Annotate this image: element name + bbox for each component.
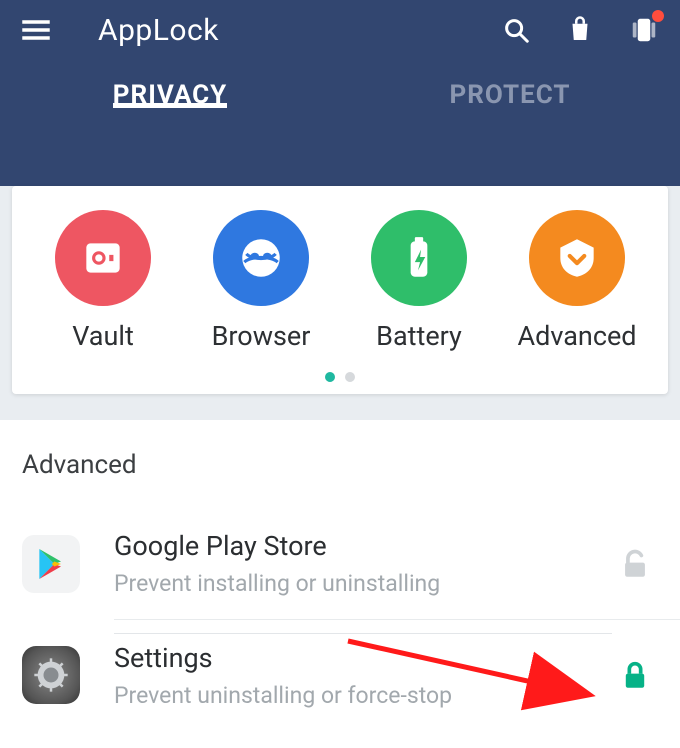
section-title-advanced: Advanced [0,450,680,508]
app-title: AppLock [98,13,219,48]
shopping-bag-icon [565,15,595,45]
lock-toggle-settings[interactable] [612,658,658,692]
quick-item-browser[interactable]: Browser [186,210,336,352]
unlock-icon [618,547,652,581]
tab-protect[interactable]: PROTECT [340,60,680,130]
app-row-settings[interactable]: Settings Prevent uninstalling or force-s… [0,619,680,731]
shop-button[interactable] [562,12,598,48]
tab-privacy-label: PRIVACY [113,80,227,110]
tab-bar: PRIVACY PROTECT [0,60,680,130]
lock-toggle-play[interactable] [612,547,658,581]
quick-item-advanced[interactable]: Advanced [502,210,652,352]
app-row-play-sub: Prevent installing or uninstalling [114,570,612,597]
battery-icon [371,210,467,306]
page-dot-2[interactable] [345,372,355,382]
app-header: AppLock PRIVACY PROTECT [0,0,680,186]
page-indicator [24,372,656,382]
app-row-play-text: Google Play Store Prevent installing or … [114,522,612,605]
browser-icon [213,210,309,306]
app-row-settings-title: Settings [114,642,612,674]
top-bar: AppLock [0,0,680,60]
top-actions [498,12,662,48]
quick-access-row: Vault Browser Battery Advanced [24,210,656,352]
quick-label-browser: Browser [212,320,311,352]
tab-protect-label: PROTECT [450,80,571,110]
app-row-settings-text: Settings Prevent uninstalling or force-s… [114,633,612,717]
menu-button[interactable] [18,12,54,48]
theme-button[interactable] [626,12,662,48]
lock-icon [618,658,652,692]
advanced-icon [529,210,625,306]
app-list: Advanced Google Play Store Prevent insta… [0,420,680,748]
search-icon [501,15,531,45]
quick-access-card: Vault Browser Battery Advanced [12,186,668,394]
hamburger-icon [20,14,52,46]
page-dot-1[interactable] [325,372,335,382]
app-row-settings-sub: Prevent uninstalling or force-stop [114,682,612,709]
play-store-icon [22,535,80,593]
vault-icon [55,210,151,306]
quick-label-vault: Vault [72,320,134,352]
tab-privacy[interactable]: PRIVACY [0,60,340,130]
quick-label-advanced: Advanced [518,320,637,352]
quick-label-battery: Battery [376,320,462,352]
settings-app-icon [22,646,80,704]
search-button[interactable] [498,12,534,48]
quick-item-vault[interactable]: Vault [28,210,178,352]
app-row-play-title: Google Play Store [114,530,612,562]
app-row-play-store[interactable]: Google Play Store Prevent installing or … [0,508,680,619]
quick-item-battery[interactable]: Battery [344,210,494,352]
notification-dot-icon [652,10,664,22]
